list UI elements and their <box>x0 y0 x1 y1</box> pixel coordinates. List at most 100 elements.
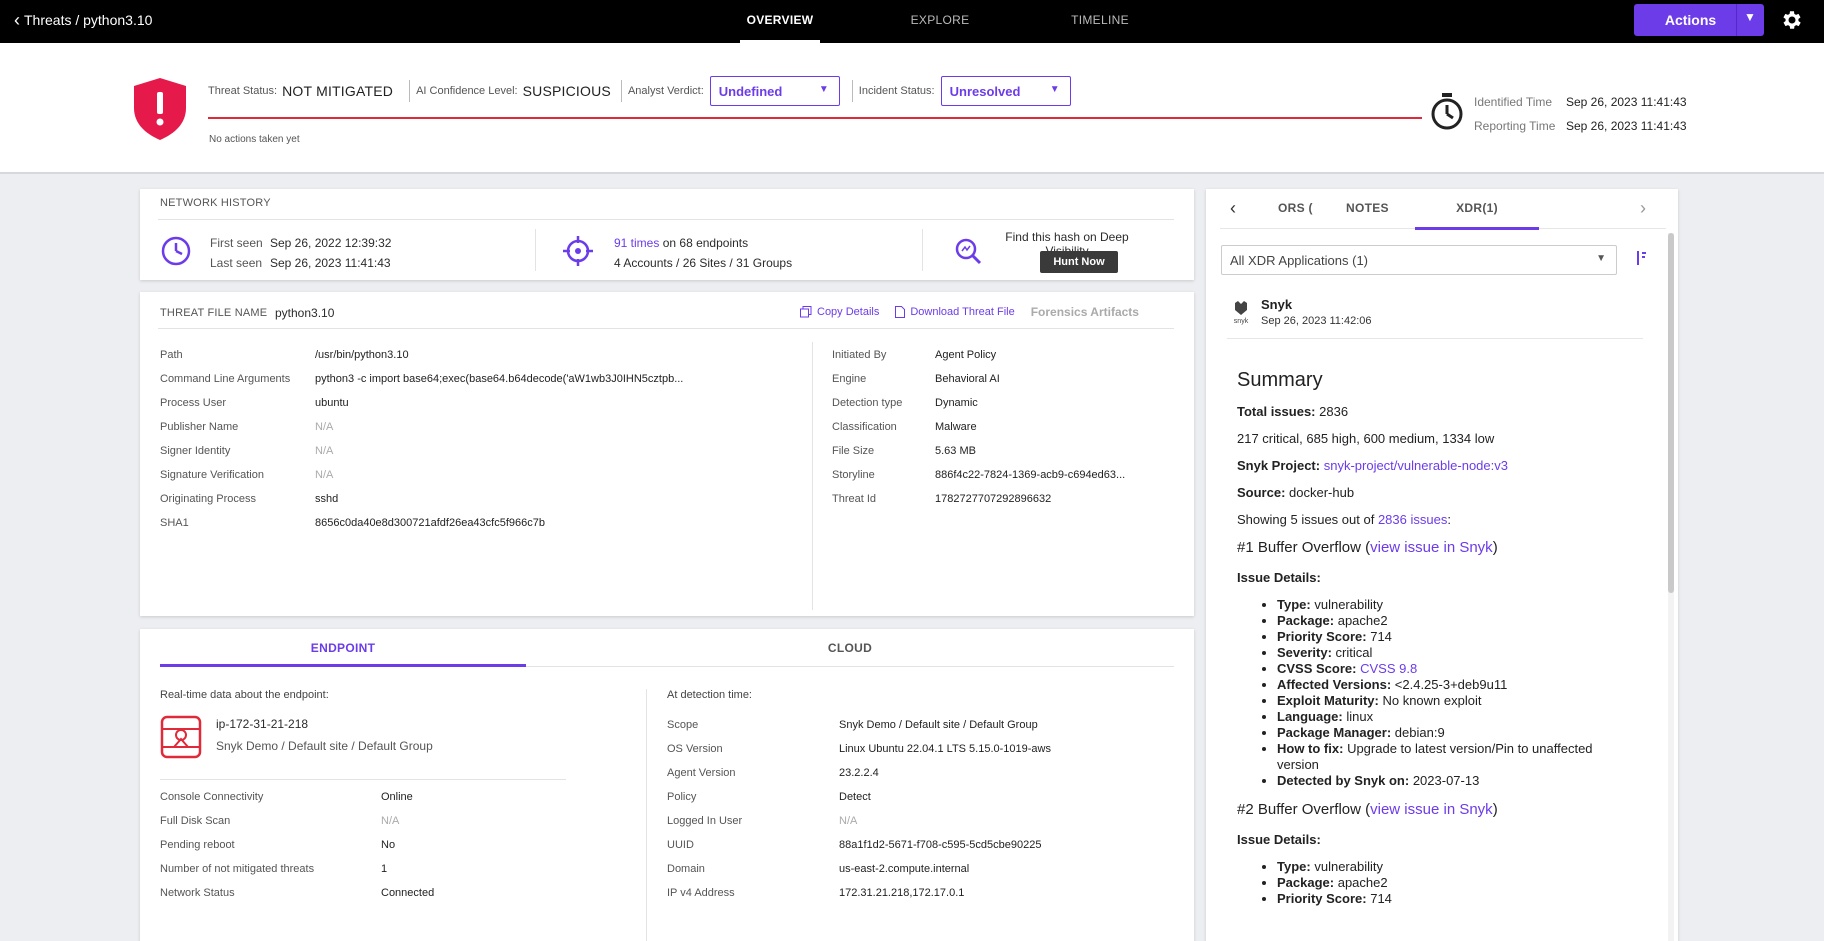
chevron-left-icon: ‹ <box>14 10 20 30</box>
detail-row: Signer Identity N/A <box>160 439 683 463</box>
detail-key: Originating Process <box>160 493 256 505</box>
detail-key: Network Status <box>160 887 235 899</box>
times-link[interactable]: 91 times <box>614 236 659 250</box>
detail-row: Scope Snyk Demo / Default site / Default … <box>667 713 1051 737</box>
detail-key: Initiated By <box>832 349 887 361</box>
issue-detail-item: Type: vulnerability <box>1277 597 1637 613</box>
linux-endpoint-icon <box>160 715 202 759</box>
download-threat-file-button[interactable]: Download Threat File <box>895 306 1015 318</box>
snyk-source: Source: docker-hub <box>1237 485 1355 500</box>
actions-button[interactable]: Actions ▼ <box>1634 4 1764 36</box>
divider <box>851 80 853 102</box>
xdr-tabs: ‹ ORS ( NOTES XDR(1) › <box>1220 189 1666 230</box>
tab-endpoint[interactable]: ENDPOINT <box>160 641 526 667</box>
threat-file-name: python3.10 <box>275 306 335 320</box>
issue-detail-value: critical <box>1335 645 1373 660</box>
reporting-time-value: Sep 26, 2023 11:41:43 <box>1566 119 1687 133</box>
gear-icon[interactable] <box>1780 8 1804 32</box>
issue-1-details: Type: vulnerabilityPackage: apache2Prior… <box>1277 597 1637 789</box>
cvss-link[interactable]: CVSS 9.8 <box>1360 661 1417 676</box>
actions-label: Actions <box>1664 12 1717 28</box>
detail-value: N/A <box>315 469 334 481</box>
threat-file-details-right: Initiated By Agent Policy Engine Behavioral… <box>832 343 1125 511</box>
issue-detail-key: Package: <box>1277 875 1335 890</box>
scope-text: 4 Accounts / 26 Sites / 31 Groups <box>614 256 793 270</box>
detail-value: 8656c0da40e8d300721afdf26ea43cfc5f966c7b <box>315 517 545 529</box>
endpoints-count: 68 endpoints <box>679 236 749 250</box>
tab-notes[interactable]: NOTES <box>1346 201 1389 215</box>
detail-value: 88a1f1d2-5671-f708-c595-5cd5cbe90225 <box>839 839 1042 851</box>
snyk-project: Snyk Project: snyk-project/vulnerable-no… <box>1237 458 1508 473</box>
back-breadcrumb[interactable]: ‹ Threats / python3.10 <box>14 10 152 30</box>
view-issue-link[interactable]: view issue in Snyk <box>1370 539 1493 556</box>
detail-key: OS Version <box>667 743 723 755</box>
detail-row: File Size 5.63 MB <box>832 439 1125 463</box>
forensics-artifacts-button[interactable]: Forensics Artifacts <box>1031 305 1139 319</box>
divider <box>646 689 647 941</box>
detail-key: Scope <box>667 719 699 731</box>
no-actions-text: No actions taken yet <box>209 134 300 145</box>
top-bar: ‹ Threats / python3.10 OVERVIEW EXPLORE … <box>0 0 1824 43</box>
issue-detail-value: 714 <box>1370 629 1392 644</box>
detail-row: Publisher Name N/A <box>160 415 683 439</box>
hunt-now-button[interactable]: Hunt Now <box>1040 251 1118 273</box>
detail-row: Engine Behavioral AI <box>832 367 1125 391</box>
copy-icon <box>800 306 812 318</box>
detail-key: Console Connectivity <box>160 791 264 803</box>
issue-1-title: #1 Buffer Overflow (view issue in Snyk) <box>1237 539 1498 556</box>
divider <box>158 328 1174 329</box>
tab-timeline[interactable]: TIMELINE <box>1020 0 1180 43</box>
tab-indicators[interactable]: ORS ( <box>1278 201 1313 215</box>
xdr-panel: ‹ ORS ( NOTES XDR(1) › All XDR Applicati… <box>1206 189 1678 941</box>
detail-key: Agent Version <box>667 767 736 779</box>
tab-xdr[interactable]: XDR(1) <box>1415 201 1539 230</box>
divider <box>409 80 411 102</box>
detail-value: No <box>381 839 396 851</box>
actions-divider <box>1736 4 1737 36</box>
view-issue-link[interactable]: view issue in Snyk <box>1370 801 1493 818</box>
detail-row: Classification Malware <box>832 415 1125 439</box>
chevron-down-icon[interactable]: ▼ <box>1744 10 1756 24</box>
identified-time-value: Sep 26, 2023 11:41:43 <box>1566 95 1687 109</box>
issue-detail-key: Package: <box>1277 613 1335 628</box>
issue-detail-key: Priority Score: <box>1277 891 1367 906</box>
tab-overview[interactable]: OVERVIEW <box>740 0 820 43</box>
scrollbar-thumb[interactable] <box>1668 233 1674 593</box>
stopwatch-icon <box>1431 93 1463 130</box>
issues-link[interactable]: 2836 issues <box>1378 512 1447 527</box>
sort-icon[interactable] <box>1634 249 1648 267</box>
threat-file-label: THREAT FILE NAME <box>160 307 268 319</box>
tab-cloud[interactable]: CLOUD <box>526 641 1174 667</box>
detail-value: us-east-2.compute.internal <box>839 863 970 875</box>
issue-2-details: Type: vulnerabilityPackage: apache2Prior… <box>1277 859 1637 907</box>
chevron-left-icon[interactable]: ‹ <box>1230 198 1236 219</box>
detail-row: IP v4 Address 172.31.21.218,172.17.0.1 <box>667 881 1051 905</box>
detail-key: UUID <box>667 839 694 851</box>
xdr-scrollbar[interactable] <box>1668 233 1674 941</box>
incident-status-select[interactable]: Unresolved ▼ <box>940 76 1071 106</box>
detail-row: Full Disk Scan N/A <box>160 809 434 833</box>
tab-explore[interactable]: EXPLORE <box>860 0 1020 43</box>
detail-key: Engine <box>832 373 867 385</box>
threat-file-actions: Copy Details Download Threat File Forens… <box>800 305 1139 319</box>
detail-key: Classification <box>832 421 897 433</box>
chevron-right-icon[interactable]: › <box>1640 198 1646 219</box>
threat-file-card: THREAT FILE NAME python3.10 Copy Details… <box>140 292 1194 616</box>
detail-row: Originating Process sshd <box>160 487 683 511</box>
xdr-applications-select[interactable]: All XDR Applications (1) ▼ <box>1221 245 1617 275</box>
shield-alert-icon <box>134 78 186 140</box>
detail-key: Detection type <box>832 397 903 409</box>
issue-2-title: #2 Buffer Overflow (view issue in Snyk) <box>1237 801 1498 818</box>
file-icon <box>895 306 906 318</box>
detail-value: 886f4c22-7824-1369-acb9-c694ed63... <box>935 469 1126 481</box>
deep-visibility-search-icon <box>955 238 982 265</box>
analyst-verdict-select[interactable]: Undefined ▼ <box>709 76 840 106</box>
detail-row: Path/usr/bin/python3.10 <box>160 343 683 367</box>
issue-detail-value: linux <box>1346 709 1374 724</box>
detail-value: Linux Ubuntu 22.04.1 LTS 5.15.0-1019-aws <box>839 743 1051 755</box>
copy-details-button[interactable]: Copy Details <box>800 306 879 318</box>
status-row: Threat Status: NOT MITIGATED AI Confiden… <box>208 76 1071 106</box>
clock-icon <box>161 236 191 266</box>
first-seen-value: Sep 26, 2022 12:39:32 <box>270 236 392 250</box>
snyk-project-link[interactable]: snyk-project/vulnerable-node:v3 <box>1324 458 1508 473</box>
